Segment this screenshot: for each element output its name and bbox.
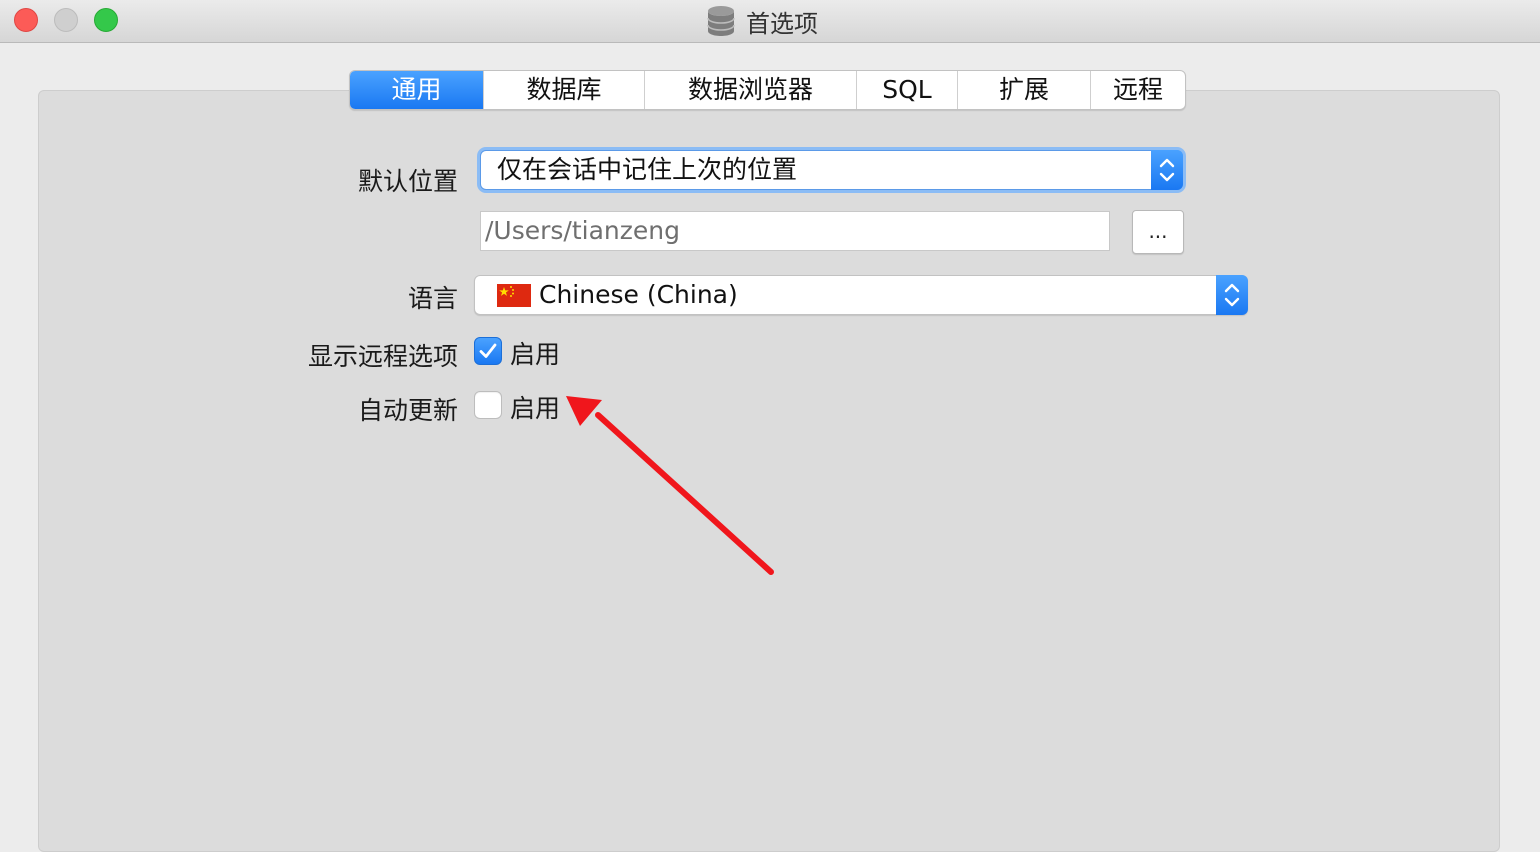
- tab-database[interactable]: 数据库: [483, 71, 644, 109]
- auto-update-checkbox[interactable]: [474, 391, 502, 419]
- up-down-chevron-icon: [1159, 158, 1175, 182]
- tab-extensions[interactable]: 扩展: [957, 71, 1090, 109]
- show-remote-checkbox[interactable]: [474, 337, 502, 365]
- title-bar: 首选项: [0, 0, 1540, 43]
- minimize-button[interactable]: [54, 8, 78, 32]
- tab-data-browser[interactable]: 数据浏览器: [644, 71, 856, 109]
- default-location-stepper[interactable]: [1151, 150, 1183, 190]
- show-remote-checkbox-label[interactable]: 启用: [510, 335, 560, 371]
- zoom-button[interactable]: [94, 8, 118, 32]
- tab-remote[interactable]: 远程: [1090, 71, 1185, 109]
- tab-general[interactable]: 通用: [350, 71, 483, 109]
- window-title-group: 首选项: [706, 4, 818, 38]
- browse-button[interactable]: ...: [1132, 210, 1184, 254]
- default-location-select[interactable]: 仅在会话中记住上次的位置: [480, 150, 1183, 190]
- language-value: Chinese (China): [539, 280, 738, 309]
- tab-sql[interactable]: SQL: [856, 71, 957, 109]
- checkmark-icon: [479, 343, 497, 358]
- up-down-chevron-icon: [1224, 283, 1240, 307]
- language-select[interactable]: Chinese (China): [474, 275, 1248, 315]
- default-location-value: 仅在会话中记住上次的位置: [497, 155, 798, 184]
- default-location-path-field[interactable]: /Users/tianzeng: [480, 211, 1110, 251]
- window-title: 首选项: [746, 9, 818, 38]
- show-remote-label: 显示远程选项: [307, 342, 458, 371]
- language-label: 语言: [407, 284, 458, 313]
- tab-bar: 通用 数据库 数据浏览器 SQL 扩展 远程: [349, 70, 1186, 110]
- auto-update-label: 自动更新: [357, 396, 458, 425]
- language-stepper[interactable]: [1216, 275, 1248, 315]
- default-location-label: 默认位置: [357, 167, 458, 196]
- database-icon: [707, 6, 735, 36]
- china-flag-icon: [497, 284, 531, 307]
- auto-update-checkbox-label[interactable]: 启用: [510, 389, 560, 425]
- close-button[interactable]: [14, 8, 38, 32]
- preferences-panel: [38, 90, 1500, 852]
